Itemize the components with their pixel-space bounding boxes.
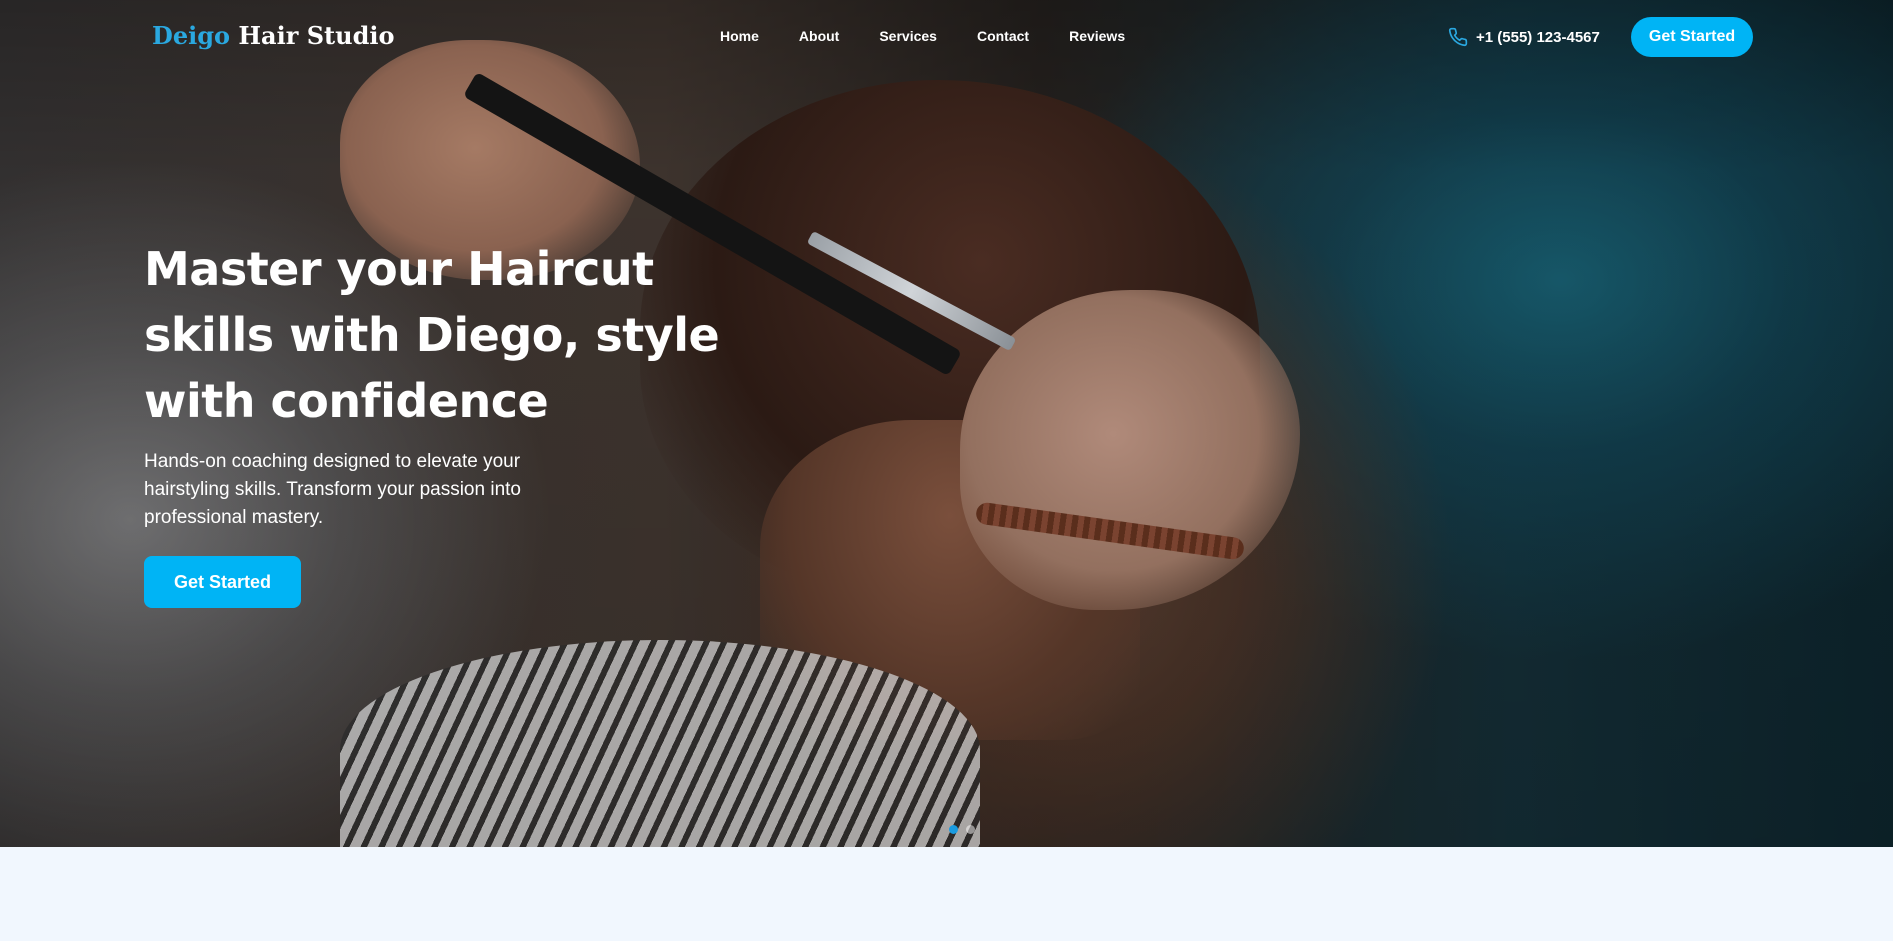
nav-home[interactable]: Home: [720, 28, 759, 44]
logo-rest: Hair Studio: [238, 21, 395, 50]
hero-title: Master your Haircut skills with Diego, s…: [144, 242, 720, 428]
phone-contact[interactable]: +1 (555) 123-4567: [1448, 27, 1600, 47]
logo-accent-word: Deigo: [152, 21, 230, 50]
nav-services[interactable]: Services: [879, 28, 937, 44]
nav-reviews[interactable]: Reviews: [1069, 28, 1125, 44]
main-nav: Home About Services Contact Reviews: [720, 28, 1165, 44]
phone-icon: [1448, 27, 1468, 47]
nav-contact[interactable]: Contact: [977, 28, 1029, 44]
phone-number: +1 (555) 123-4567: [1476, 28, 1600, 46]
nav-about[interactable]: About: [799, 28, 839, 44]
next-section: [0, 847, 1893, 941]
hero-get-started-button[interactable]: Get Started: [144, 556, 301, 608]
header-get-started-button[interactable]: Get Started: [1631, 17, 1753, 57]
barber-cape: [340, 640, 980, 847]
slider-dot-1[interactable]: [949, 825, 958, 834]
slider-dot-2[interactable]: [966, 825, 975, 834]
slider-dots: [949, 825, 975, 834]
top-navbar: Deigo Hair Studio Home About Services Co…: [0, 0, 1893, 76]
hero-content: Master your Haircut skills with Diego, s…: [144, 236, 784, 608]
hero-subtitle: Hands-on coaching designed to elevate yo…: [144, 451, 521, 528]
site-logo[interactable]: Deigo Hair Studio: [152, 21, 394, 50]
